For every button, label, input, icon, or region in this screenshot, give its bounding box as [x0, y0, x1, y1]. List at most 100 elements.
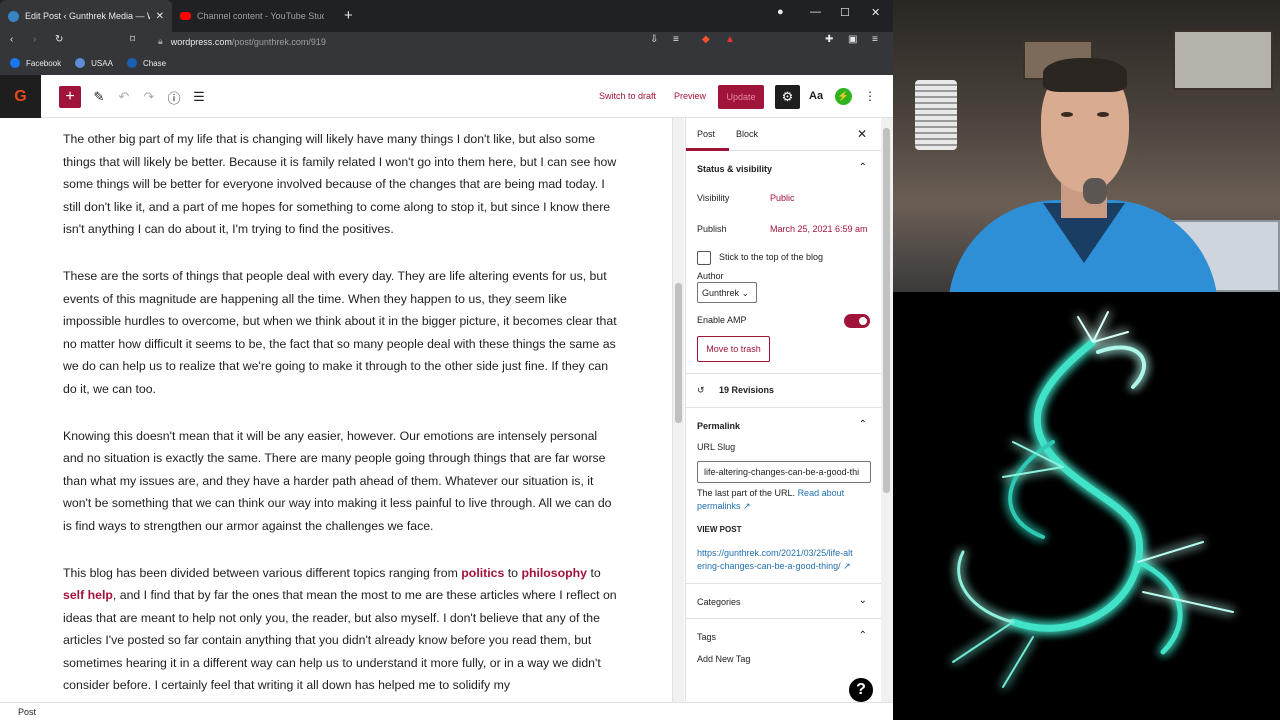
- more-options-icon[interactable]: ⋮: [864, 89, 876, 103]
- person-goatee: [1083, 178, 1107, 204]
- slug-label-row: URL Slug: [697, 442, 736, 452]
- amp-row: Enable AMP: [686, 311, 881, 333]
- external-link-icon: ↗: [843, 561, 851, 571]
- url-slug-input[interactable]: life-altering-changes-can-be-a-good-thi: [697, 461, 871, 483]
- list-view-icon[interactable]: ☰: [188, 86, 210, 108]
- undo-icon[interactable]: ↶: [113, 86, 135, 108]
- sidebar-tabs: Post Block ✕: [686, 118, 881, 151]
- tab-youtube-studio[interactable]: Channel content - YouTube Studio: [172, 0, 332, 32]
- person-eye: [1097, 112, 1109, 117]
- history-icon: ↺: [697, 385, 705, 395]
- back-icon[interactable]: ‹: [10, 34, 13, 45]
- close-tab-icon[interactable]: ✕: [156, 11, 164, 22]
- person-eye: [1061, 112, 1073, 117]
- typography-button[interactable]: Aa: [809, 90, 823, 102]
- self-help-link[interactable]: self help: [63, 588, 113, 602]
- editor-toolbar: G + ✎ ↶ ↷ ⓘ ☰ Switch to draft Preview Up…: [0, 75, 893, 118]
- rewards-icon[interactable]: ▲: [725, 34, 735, 45]
- publish-row: Publish March 25, 2021 6:59 am: [697, 224, 868, 234]
- status-visibility-panel-toggle[interactable]: Status & visibility ⌃: [686, 151, 881, 185]
- jetpack-icon[interactable]: ⚡: [835, 88, 852, 105]
- reader-icon[interactable]: ≡: [673, 34, 679, 45]
- post-url-link[interactable]: https://gunthrek.com/2021/03/25/life-alt…: [697, 548, 853, 571]
- close-window-button[interactable]: ✕: [871, 6, 880, 19]
- bookmark-facebook[interactable]: Facebook: [10, 58, 61, 68]
- help-button[interactable]: ?: [847, 676, 875, 704]
- chevron-down-icon: ⌄: [858, 595, 867, 606]
- view-post-label: VIEW POST: [697, 525, 742, 534]
- paragraph-block[interactable]: This blog has been divided between vario…: [63, 562, 618, 698]
- forward-icon[interactable]: ›: [33, 34, 36, 45]
- chevron-up-icon: ⌃: [858, 162, 867, 173]
- editor-scrollbar[interactable]: [672, 118, 684, 702]
- bookmark-icon[interactable]: ⌑: [130, 34, 135, 45]
- details-info-icon[interactable]: ⓘ: [163, 86, 185, 108]
- scrollbar-thumb[interactable]: [883, 128, 890, 493]
- author-select[interactable]: Gunthrek ⌄: [697, 282, 757, 303]
- paragraph-block[interactable]: These are the sorts of things that peopl…: [63, 265, 618, 401]
- edit-tool-icon[interactable]: ✎: [88, 86, 110, 108]
- tab-title: Channel content - YouTube Studio: [197, 11, 324, 21]
- reload-icon[interactable]: ↻: [55, 34, 63, 45]
- menu-icon[interactable]: ≡: [872, 34, 878, 45]
- editor-canvas[interactable]: The other big part of my life that is ch…: [0, 118, 672, 702]
- chevron-up-icon: ⌃: [858, 419, 867, 430]
- tab-block[interactable]: Block: [736, 129, 758, 139]
- maximize-button[interactable]: ☐: [840, 6, 850, 19]
- site-logo[interactable]: G: [0, 75, 41, 118]
- chase-icon: [126, 58, 137, 68]
- person-hair: [1043, 58, 1127, 92]
- permalink-panel-toggle[interactable]: Permalink ⌃: [686, 408, 881, 442]
- minimize-button[interactable]: —: [810, 6, 821, 18]
- slug-row: life-altering-changes-can-be-a-good-thi: [686, 457, 881, 487]
- window-blinds: [915, 80, 957, 150]
- tab-edit-post[interactable]: Edit Post ‹ Gunthrek Media — W ✕: [0, 0, 172, 32]
- profile-icon[interactable]: ●: [777, 6, 784, 18]
- revisions-row[interactable]: ↺ 19 Revisions: [686, 374, 881, 407]
- new-tab-button[interactable]: +: [344, 7, 353, 24]
- add-tag-label: Add New Tag: [697, 654, 751, 664]
- sticky-checkbox[interactable]: [697, 251, 711, 265]
- settings-gear-icon[interactable]: ⚙: [775, 85, 800, 109]
- channel-logo-area: [893, 292, 1280, 720]
- redo-icon[interactable]: ↷: [138, 86, 160, 108]
- update-button[interactable]: Update: [718, 85, 764, 109]
- preview-button[interactable]: Preview: [674, 91, 706, 101]
- tags-panel-toggle[interactable]: Tags ⌃: [686, 619, 881, 653]
- lock-icon: 🔒︎: [158, 36, 163, 46]
- install-icon[interactable]: ⇩: [650, 34, 658, 45]
- categories-panel-toggle[interactable]: Categories ⌄: [686, 584, 881, 618]
- bookmark-usaa[interactable]: USAA: [75, 58, 113, 68]
- scrollbar-thumb[interactable]: [675, 283, 682, 423]
- move-to-trash-button[interactable]: Move to trash: [697, 336, 770, 362]
- add-block-button[interactable]: +: [59, 86, 81, 108]
- philosophy-link[interactable]: philosophy: [521, 566, 587, 580]
- address-bar[interactable]: 🔒︎ wordpress.com /post/gunthrek.com/919: [148, 33, 688, 50]
- visibility-toggle[interactable]: Public: [770, 193, 795, 203]
- webcam-feed: [893, 0, 1280, 292]
- politics-link[interactable]: politics: [461, 566, 504, 580]
- brave-shield-icon[interactable]: ◆: [702, 34, 710, 45]
- slug-help: The last part of the URL. Read about per…: [697, 488, 845, 511]
- url-domain: wordpress.com: [170, 36, 232, 47]
- browser-window: Edit Post ‹ Gunthrek Media — W ✕ Channel…: [0, 0, 893, 720]
- wallet-icon[interactable]: ▣: [848, 34, 857, 45]
- switch-to-draft-button[interactable]: Switch to draft: [599, 91, 656, 101]
- amp-toggle[interactable]: [844, 314, 870, 328]
- tab-post[interactable]: Post: [686, 129, 730, 151]
- close-icon[interactable]: ✕: [857, 127, 867, 141]
- paragraph-block[interactable]: Knowing this doesn't mean that it will b…: [63, 425, 618, 538]
- extensions-icon[interactable]: ✚: [825, 34, 833, 45]
- sidebar-scrollbar[interactable]: [881, 118, 893, 702]
- post-content[interactable]: The other big part of my life that is ch…: [63, 128, 618, 702]
- chevron-up-icon: ⌃: [858, 630, 867, 641]
- publish-date-toggle[interactable]: March 25, 2021 6:59 am: [770, 224, 868, 234]
- trash-row: Move to trash: [686, 333, 881, 373]
- paragraph-block[interactable]: The other big part of my life that is ch…: [63, 128, 618, 241]
- bookmarks-bar: Facebook USAA Chase: [0, 51, 893, 75]
- glowing-dragon-logo: [952, 311, 1234, 688]
- external-link-icon: ↗: [743, 501, 751, 511]
- bookmark-chase[interactable]: Chase: [126, 58, 166, 68]
- block-breadcrumb[interactable]: Post: [0, 702, 893, 720]
- navigation-bar: ‹ › ↻ ⌑ 🔒︎ wordpress.com /post/gunthrek.…: [0, 32, 893, 51]
